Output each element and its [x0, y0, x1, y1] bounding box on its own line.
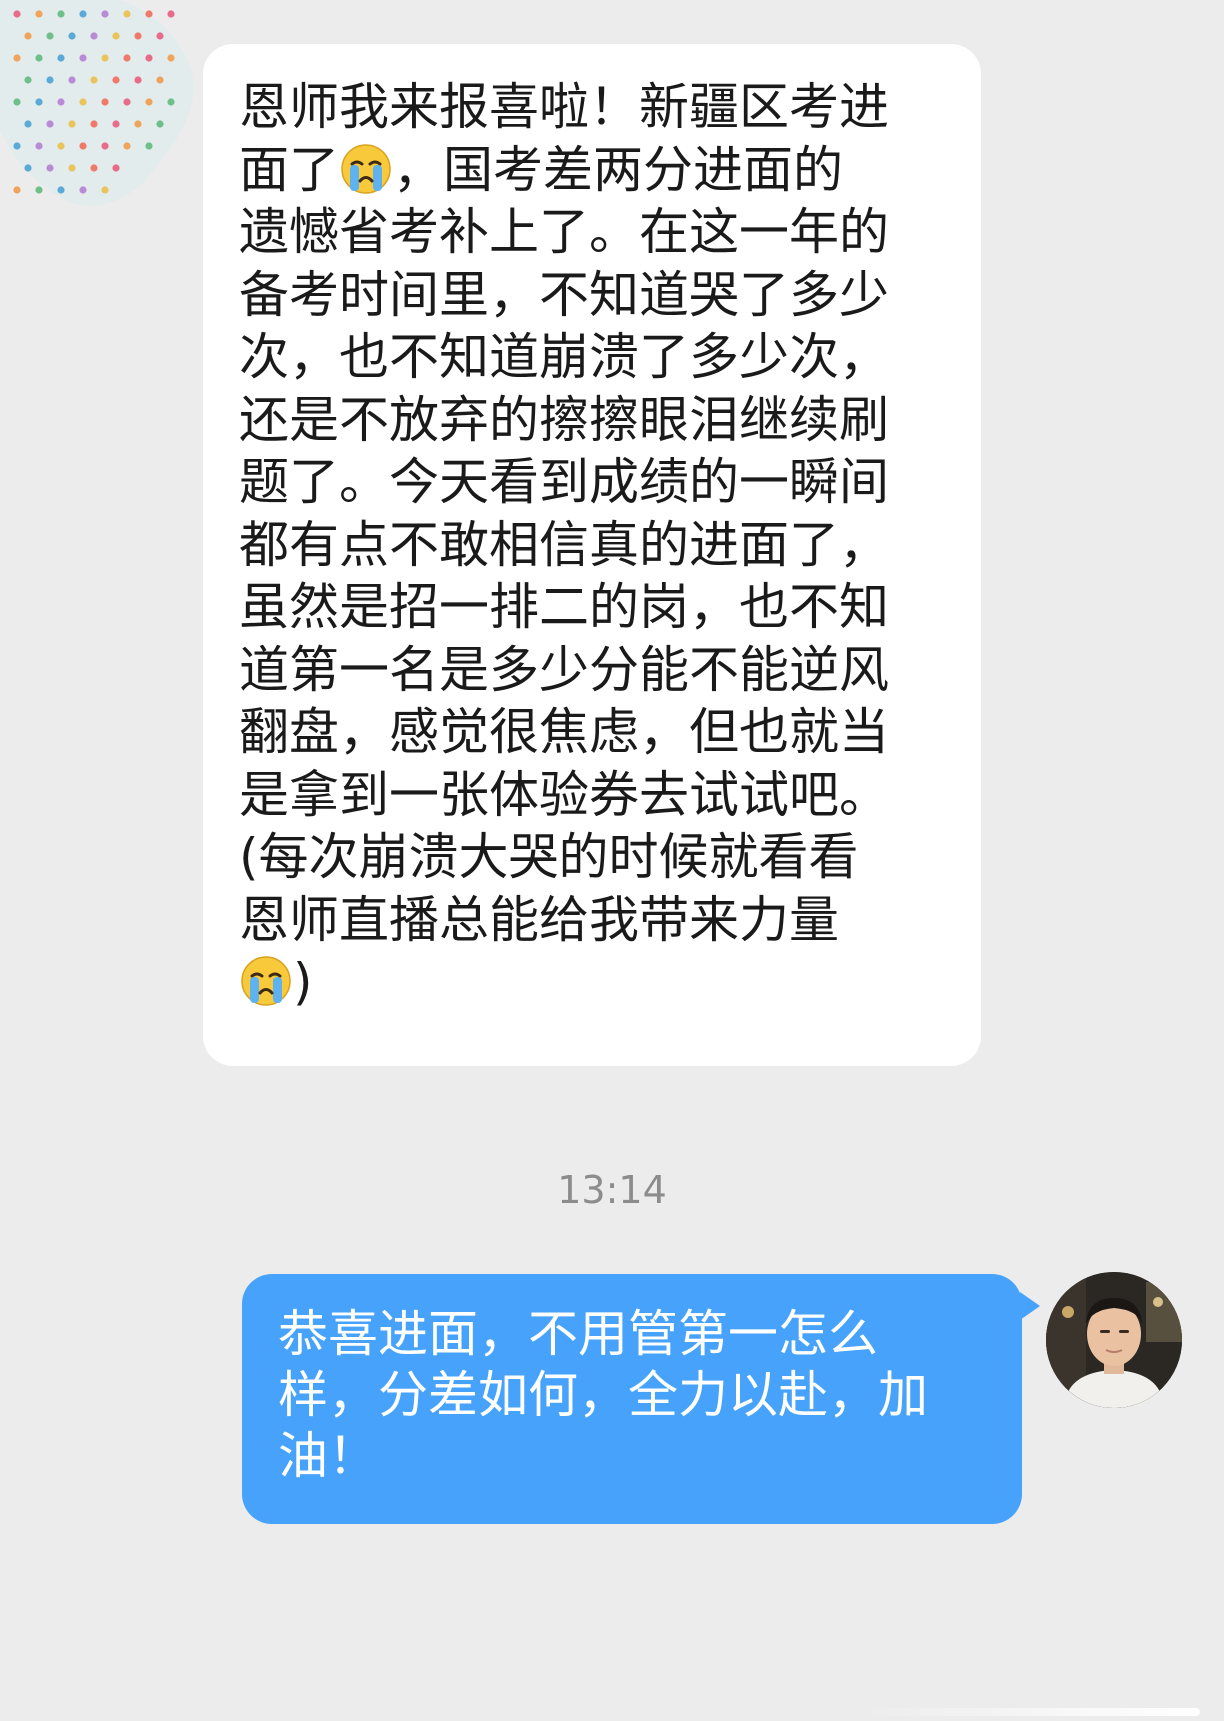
avatar-dot — [13, 186, 21, 194]
avatar-dot — [13, 54, 21, 62]
crying-face-icon — [340, 143, 392, 195]
outgoing-message-text: 恭喜进面，不用管第一怎么 样，分差如何，全力以赴，加 油！ — [278, 1304, 986, 1487]
avatar-dot — [167, 54, 175, 62]
avatar-dot — [68, 164, 76, 172]
avatar-dot — [46, 32, 54, 40]
avatar-dot — [123, 98, 131, 106]
avatar-dot — [24, 76, 32, 84]
avatar-dot — [24, 164, 32, 172]
avatar-dot — [101, 98, 109, 106]
avatar-dot — [167, 98, 175, 106]
avatar-dot — [46, 76, 54, 84]
avatar-dot — [35, 186, 43, 194]
message-line: 翻盘，感觉很焦虑，但也就当 — [239, 703, 889, 761]
avatar-dot — [46, 164, 54, 172]
avatar-dot — [79, 10, 87, 18]
avatar-dot — [13, 10, 21, 18]
avatar-dot — [156, 76, 164, 84]
avatar-dot — [24, 120, 32, 128]
avatar-dot — [112, 120, 120, 128]
avatar-dot — [134, 76, 142, 84]
dotted-avatar-icon — [0, 0, 194, 206]
message-line: 题了。今天看到成绩的一瞬间 — [239, 453, 889, 511]
message-line: 次，也不知道崩溃了多少次， — [239, 328, 889, 386]
message-line: 是拿到一张体验券去试试吧。 — [239, 765, 889, 824]
message-line: 恭喜进面，不用管第一怎么 — [278, 1305, 878, 1363]
avatar-dot — [101, 186, 109, 194]
message-line: (每次崩溃大哭的时候就看看 — [239, 828, 859, 886]
avatar-dot — [13, 98, 21, 106]
message-line: 遗憾省考补上了。在这一年的 — [239, 203, 889, 261]
message-line: 都有点不敢相信真的进面了， — [239, 515, 889, 574]
avatar-dot — [57, 10, 65, 18]
chat-window: 恩师我来报喜啦！新疆区考进 面了 ，国考差两分进面的 遗憾省考补上了。在这一年的 备考时… — [0, 0, 1224, 1721]
avatar-dot — [156, 32, 164, 40]
avatar-dot — [79, 186, 87, 194]
avatar-dot — [57, 54, 65, 62]
message-line: 恩师我来报喜啦！新疆区考进 — [239, 78, 889, 136]
message-line: 面了 — [239, 140, 339, 199]
avatar-dot — [90, 120, 98, 128]
avatar-dot — [167, 10, 175, 18]
message-line: 虽然是招一排二的岗，也不知 — [239, 578, 889, 636]
my-avatar[interactable] — [1046, 1272, 1182, 1408]
avatar-dot — [79, 142, 87, 150]
avatar-dot — [90, 76, 98, 84]
avatar-dot — [57, 98, 65, 106]
bubble-tail — [1020, 1292, 1040, 1320]
message-line: 恩师直播总能给我带来力量 — [239, 890, 839, 949]
avatar-dot — [79, 54, 87, 62]
message-line: 油！ — [278, 1427, 378, 1485]
avatar-dot — [68, 76, 76, 84]
avatar-dot — [156, 120, 164, 128]
avatar-dot — [145, 98, 153, 106]
avatar-dot — [112, 164, 120, 172]
avatar-dot — [68, 32, 76, 40]
avatar-dot — [134, 120, 142, 128]
avatar-dot — [35, 54, 43, 62]
avatar-dot — [35, 98, 43, 106]
avatar-dot — [123, 54, 131, 62]
avatar-dot — [101, 10, 109, 18]
avatar-dot — [13, 142, 21, 150]
scroll-indicator — [860, 1708, 1200, 1716]
avatar-dot — [123, 10, 131, 18]
message-line: 备考时间里，不知道哭了多少 — [239, 265, 889, 324]
avatar-dot — [35, 10, 43, 18]
avatar-dot — [57, 142, 65, 150]
avatar-dot — [145, 142, 153, 150]
avatar-dot — [90, 164, 98, 172]
avatar-dot — [134, 32, 142, 40]
incoming-message-bubble[interactable]: 恩师我来报喜啦！新疆区考进 面了 ，国考差两分进面的 遗憾省考补上了。在这一年的 备考时… — [203, 44, 981, 1066]
message-timestamp: 13:14 — [557, 1168, 667, 1212]
avatar-dot — [90, 32, 98, 40]
message-line: 道第一名是多少分能不能逆风 — [239, 640, 889, 699]
outgoing-message-bubble[interactable]: 恭喜进面，不用管第一怎么 样，分差如何，全力以赴，加 油！ — [242, 1274, 1040, 1524]
avatar-dot — [46, 120, 54, 128]
avatar-dot — [112, 76, 120, 84]
message-line: ，国考差两分进面的 — [393, 140, 843, 199]
message-line: 还是不放弃的擦擦眼泪继续刷 — [239, 390, 889, 449]
message-line: ) — [293, 953, 313, 1011]
avatar-dot — [145, 10, 153, 18]
avatar-dot — [57, 186, 65, 194]
avatar-dot — [145, 54, 153, 62]
avatar-dot — [24, 32, 32, 40]
avatar-dot — [112, 32, 120, 40]
avatar-dot — [123, 142, 131, 150]
message-line: 样，分差如何，全力以赴，加 — [278, 1366, 928, 1424]
crying-face-icon — [240, 955, 292, 1007]
avatar-dot — [101, 54, 109, 62]
avatar-dot — [79, 98, 87, 106]
avatar-dot — [68, 120, 76, 128]
sender-avatar[interactable] — [0, 0, 200, 210]
person-avatar-icon — [1046, 1272, 1182, 1408]
avatar-dot — [101, 142, 109, 150]
avatar-dot — [35, 142, 43, 150]
incoming-message-text: 恩师我来报喜啦！新疆区考进 面了 ，国考差两分进面的 遗憾省考补上了。在这一年的 备考时… — [239, 76, 945, 1014]
